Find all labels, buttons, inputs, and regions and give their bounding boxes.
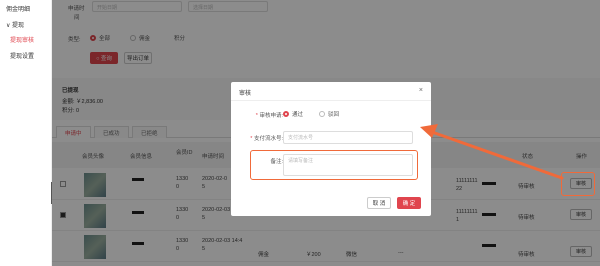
annotation-arrow-icon — [420, 124, 564, 180]
